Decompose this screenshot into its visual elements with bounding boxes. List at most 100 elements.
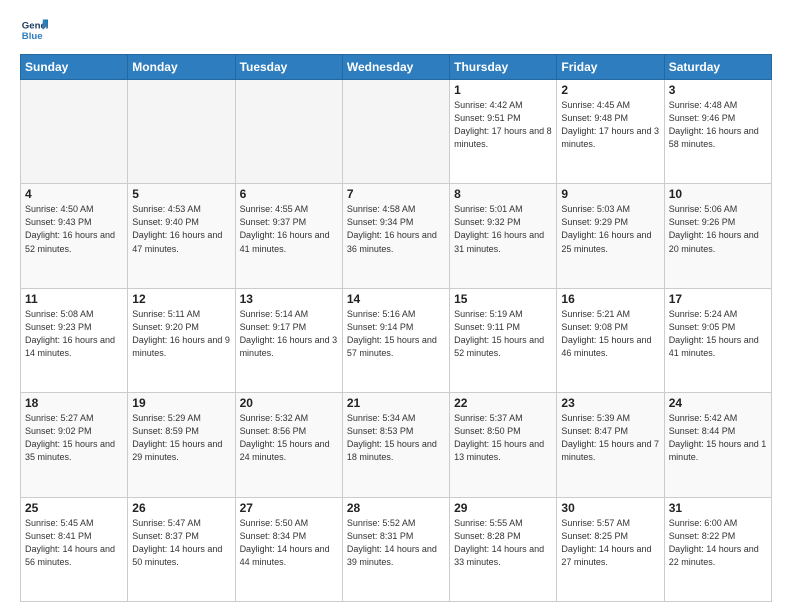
calendar-cell: 15 Sunrise: 5:19 AM Sunset: 9:11 PM Dayli… xyxy=(450,288,557,392)
calendar-cell: 19 Sunrise: 5:29 AM Sunset: 8:59 PM Dayli… xyxy=(128,393,235,497)
svg-text:Blue: Blue xyxy=(22,31,43,42)
calendar-cell: 5Sunrise: 4:53 AM Sunset: 9:40 PM Daylig… xyxy=(128,184,235,288)
calendar-cell: 7 Sunrise: 4:58 AM Sunset: 9:34 PM Daylig… xyxy=(342,184,449,288)
day-number: 29 xyxy=(454,501,552,515)
calendar-week-row: 1Sunrise: 4:42 AM Sunset: 9:51 PM Daylig… xyxy=(21,80,772,184)
calendar-cell xyxy=(21,80,128,184)
day-number: 24 xyxy=(669,396,767,410)
day-number: 31 xyxy=(669,501,767,515)
calendar-cell: 16Sunrise: 5:21 AM Sunset: 9:08 PM Dayli… xyxy=(557,288,664,392)
day-info: Sunrise: 4:58 AM Sunset: 9:34 PM Dayligh… xyxy=(347,203,445,255)
day-info: Sunrise: 5:14 AM Sunset: 9:17 PM Dayligh… xyxy=(240,308,338,360)
day-info: Sunrise: 5:57 AM Sunset: 8:25 PM Dayligh… xyxy=(561,517,659,569)
calendar-cell: 3 Sunrise: 4:48 AM Sunset: 9:46 PM Daylig… xyxy=(664,80,771,184)
calendar-cell: 2Sunrise: 4:45 AM Sunset: 9:48 PM Daylig… xyxy=(557,80,664,184)
day-number: 18 xyxy=(25,396,123,410)
day-number: 3 xyxy=(669,83,767,97)
weekday-header: Sunday xyxy=(21,55,128,80)
day-number: 11 xyxy=(25,292,123,306)
day-number: 15 xyxy=(454,292,552,306)
calendar-cell: 30 Sunrise: 5:57 AM Sunset: 8:25 PM Dayli… xyxy=(557,497,664,601)
calendar-cell: 27Sunrise: 5:50 AM Sunset: 8:34 PM Dayli… xyxy=(235,497,342,601)
day-number: 8 xyxy=(454,187,552,201)
day-info: Sunrise: 5:24 AM Sunset: 9:05 PM Dayligh… xyxy=(669,308,767,360)
weekday-header: Thursday xyxy=(450,55,557,80)
day-number: 25 xyxy=(25,501,123,515)
page: General Blue SundayMondayTuesdayWednesda… xyxy=(0,0,792,612)
day-info: Sunrise: 4:48 AM Sunset: 9:46 PM Dayligh… xyxy=(669,99,767,151)
day-info: Sunrise: 5:19 AM Sunset: 9:11 PM Dayligh… xyxy=(454,308,552,360)
calendar-cell: 31 Sunrise: 6:00 AM Sunset: 8:22 PM Dayli… xyxy=(664,497,771,601)
logo-icon: General Blue xyxy=(20,16,48,44)
calendar-cell: 11 Sunrise: 5:08 AM Sunset: 9:23 PM Dayli… xyxy=(21,288,128,392)
calendar-week-row: 18Sunrise: 5:27 AM Sunset: 9:02 PM Dayli… xyxy=(21,393,772,497)
day-info: Sunrise: 5:34 AM Sunset: 8:53 PM Dayligh… xyxy=(347,412,445,464)
day-info: Sunrise: 4:55 AM Sunset: 9:37 PM Dayligh… xyxy=(240,203,338,255)
day-number: 13 xyxy=(240,292,338,306)
day-info: Sunrise: 5:47 AM Sunset: 8:37 PM Dayligh… xyxy=(132,517,230,569)
day-info: Sunrise: 5:03 AM Sunset: 9:29 PM Dayligh… xyxy=(561,203,659,255)
header: General Blue xyxy=(20,16,772,44)
day-number: 27 xyxy=(240,501,338,515)
calendar-cell: 23 Sunrise: 5:39 AM Sunset: 8:47 PM Dayli… xyxy=(557,393,664,497)
calendar-week-row: 4 Sunrise: 4:50 AM Sunset: 9:43 PM Daylig… xyxy=(21,184,772,288)
weekday-header: Monday xyxy=(128,55,235,80)
calendar-cell: 14 Sunrise: 5:16 AM Sunset: 9:14 PM Dayli… xyxy=(342,288,449,392)
day-number: 5 xyxy=(132,187,230,201)
day-number: 26 xyxy=(132,501,230,515)
calendar-cell: 17 Sunrise: 5:24 AM Sunset: 9:05 PM Dayli… xyxy=(664,288,771,392)
calendar-cell: 18Sunrise: 5:27 AM Sunset: 9:02 PM Dayli… xyxy=(21,393,128,497)
day-info: Sunrise: 5:39 AM Sunset: 8:47 PM Dayligh… xyxy=(561,412,659,464)
day-number: 14 xyxy=(347,292,445,306)
calendar-cell: 12 Sunrise: 5:11 AM Sunset: 9:20 PM Dayli… xyxy=(128,288,235,392)
day-number: 17 xyxy=(669,292,767,306)
weekday-header: Wednesday xyxy=(342,55,449,80)
day-info: Sunrise: 5:45 AM Sunset: 8:41 PM Dayligh… xyxy=(25,517,123,569)
weekday-header: Friday xyxy=(557,55,664,80)
calendar-cell: 6 Sunrise: 4:55 AM Sunset: 9:37 PM Daylig… xyxy=(235,184,342,288)
day-number: 30 xyxy=(561,501,659,515)
day-number: 23 xyxy=(561,396,659,410)
day-info: Sunrise: 4:50 AM Sunset: 9:43 PM Dayligh… xyxy=(25,203,123,255)
day-number: 12 xyxy=(132,292,230,306)
calendar-cell: 13 Sunrise: 5:14 AM Sunset: 9:17 PM Dayli… xyxy=(235,288,342,392)
day-info: Sunrise: 5:01 AM Sunset: 9:32 PM Dayligh… xyxy=(454,203,552,255)
day-info: Sunrise: 5:52 AM Sunset: 8:31 PM Dayligh… xyxy=(347,517,445,569)
weekday-header: Saturday xyxy=(664,55,771,80)
calendar-table: SundayMondayTuesdayWednesdayThursdayFrid… xyxy=(20,54,772,602)
day-number: 28 xyxy=(347,501,445,515)
calendar-cell xyxy=(235,80,342,184)
calendar-cell: 26 Sunrise: 5:47 AM Sunset: 8:37 PM Dayli… xyxy=(128,497,235,601)
calendar-cell: 28 Sunrise: 5:52 AM Sunset: 8:31 PM Dayli… xyxy=(342,497,449,601)
calendar-cell: 24 Sunrise: 5:42 AM Sunset: 8:44 PM Dayli… xyxy=(664,393,771,497)
weekday-header-row: SundayMondayTuesdayWednesdayThursdayFrid… xyxy=(21,55,772,80)
day-info: Sunrise: 5:42 AM Sunset: 8:44 PM Dayligh… xyxy=(669,412,767,464)
day-number: 9 xyxy=(561,187,659,201)
day-number: 4 xyxy=(25,187,123,201)
logo: General Blue xyxy=(20,16,48,44)
day-number: 1 xyxy=(454,83,552,97)
day-info: Sunrise: 5:06 AM Sunset: 9:26 PM Dayligh… xyxy=(669,203,767,255)
calendar-cell xyxy=(342,80,449,184)
calendar-cell: 8 Sunrise: 5:01 AM Sunset: 9:32 PM Daylig… xyxy=(450,184,557,288)
day-number: 19 xyxy=(132,396,230,410)
day-number: 22 xyxy=(454,396,552,410)
calendar-cell: 9 Sunrise: 5:03 AM Sunset: 9:29 PM Daylig… xyxy=(557,184,664,288)
day-info: Sunrise: 5:37 AM Sunset: 8:50 PM Dayligh… xyxy=(454,412,552,464)
day-info: Sunrise: 5:11 AM Sunset: 9:20 PM Dayligh… xyxy=(132,308,230,360)
calendar-cell: 25 Sunrise: 5:45 AM Sunset: 8:41 PM Dayli… xyxy=(21,497,128,601)
day-number: 7 xyxy=(347,187,445,201)
day-info: Sunrise: 5:21 AM Sunset: 9:08 PM Dayligh… xyxy=(561,308,659,360)
calendar-cell: 20Sunrise: 5:32 AM Sunset: 8:56 PM Dayli… xyxy=(235,393,342,497)
day-info: Sunrise: 5:55 AM Sunset: 8:28 PM Dayligh… xyxy=(454,517,552,569)
day-info: Sunrise: 5:29 AM Sunset: 8:59 PM Dayligh… xyxy=(132,412,230,464)
calendar-cell: 10Sunrise: 5:06 AM Sunset: 9:26 PM Dayli… xyxy=(664,184,771,288)
day-number: 21 xyxy=(347,396,445,410)
day-number: 6 xyxy=(240,187,338,201)
calendar-cell: 22 Sunrise: 5:37 AM Sunset: 8:50 PM Dayli… xyxy=(450,393,557,497)
day-info: Sunrise: 5:16 AM Sunset: 9:14 PM Dayligh… xyxy=(347,308,445,360)
day-number: 2 xyxy=(561,83,659,97)
day-info: Sunrise: 5:08 AM Sunset: 9:23 PM Dayligh… xyxy=(25,308,123,360)
calendar-week-row: 11 Sunrise: 5:08 AM Sunset: 9:23 PM Dayli… xyxy=(21,288,772,392)
day-info: Sunrise: 6:00 AM Sunset: 8:22 PM Dayligh… xyxy=(669,517,767,569)
